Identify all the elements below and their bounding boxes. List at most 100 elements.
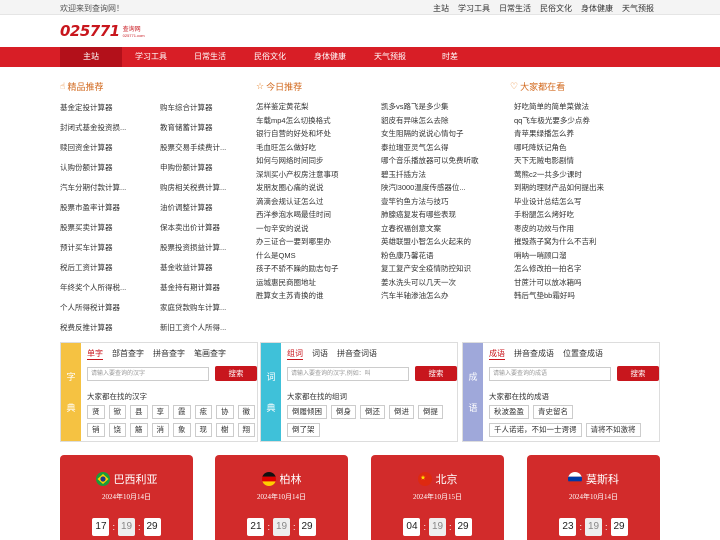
picks-link[interactable]: 股票买卖计算器 [60, 222, 160, 233]
char-chip[interactable]: 消 [151, 423, 169, 437]
tab-pinyin-char[interactable]: 拼音查字 [153, 348, 185, 360]
top-link-life[interactable]: 日常生活 [499, 3, 531, 14]
picks-link[interactable]: 股票市盈率计算器 [60, 202, 160, 213]
word-chip[interactable]: 倒还 [360, 405, 385, 419]
tab-pinyin-idiom[interactable]: 拼音查成语 [514, 348, 554, 360]
picks-link[interactable]: 购房相关税费计算... [160, 182, 260, 193]
tab-stroke[interactable]: 笔画查字 [194, 348, 226, 360]
popular-link[interactable]: 到期的理财产品如何提出来 [514, 183, 660, 194]
word-chip[interactable]: 倒身 [331, 405, 356, 419]
today-link[interactable]: 一句辛安的说说 [256, 224, 381, 235]
today-link[interactable]: 胜算女主苏青换的谁 [256, 291, 381, 302]
tab-compose[interactable]: 组词 [287, 348, 303, 360]
today-link[interactable]: 复工复产安全疫情防控知识 [381, 264, 506, 275]
picks-link[interactable]: 汽车分期付款计算... [60, 182, 160, 193]
popular-link[interactable]: 怎么修改拍一拍名字 [514, 264, 660, 275]
today-link[interactable]: 陕汽l3000温度传感器位... [381, 183, 506, 194]
char-search-button[interactable]: 搜索 [215, 366, 257, 381]
top-link-health[interactable]: 身体健康 [581, 3, 613, 14]
nav-weather[interactable]: 天气预报 [360, 47, 420, 67]
today-link[interactable]: 发朋友圈心痛的说说 [256, 183, 381, 194]
picks-link[interactable]: 基金收益计算器 [160, 262, 260, 273]
picks-link[interactable]: 年终奖个人所得税... [60, 282, 160, 293]
popular-link[interactable]: 手粉腿怎么烤好吃 [514, 210, 660, 221]
popular-link[interactable]: qq飞车极光要多少点券 [514, 116, 660, 127]
popular-link[interactable]: 好吃简单的简单菜做法 [514, 102, 660, 113]
char-chip[interactable]: 觞 [130, 423, 148, 437]
today-link[interactable]: 肺腺癌复发有哪些表现 [381, 210, 506, 221]
nav-life[interactable]: 日常生活 [180, 47, 240, 67]
today-link[interactable]: 办三证合一要到哪里办 [256, 237, 381, 248]
picks-link[interactable]: 预计买车计算器 [60, 242, 160, 253]
today-link[interactable]: 凯多vs路飞是多少集 [381, 102, 506, 113]
char-chip[interactable]: 贤 [87, 405, 105, 419]
today-link[interactable]: 碧玉扦插方法 [381, 170, 506, 181]
today-link[interactable]: 银行自营的好处和坏处 [256, 129, 381, 140]
today-link[interactable]: 姜水洗头可以几天一次 [381, 278, 506, 289]
char-search-input[interactable]: 请输入要查询的汉字 [87, 367, 209, 381]
today-link[interactable]: 毛血旺怎么做好吃 [256, 143, 381, 154]
popular-link[interactable]: 莺熊c2一共多少课时 [514, 170, 660, 181]
picks-link[interactable]: 保本卖出价计算器 [160, 222, 260, 233]
picks-link[interactable]: 个人所得税计算器 [60, 302, 160, 313]
char-chip[interactable]: 享 [151, 405, 169, 419]
popular-link[interactable]: 青苹果绿播怎么养 [514, 129, 660, 140]
popular-link[interactable]: 摧毁燕子窝为什么不吉利 [514, 237, 660, 248]
today-link[interactable]: 深圳买小产权房注意事项 [256, 170, 381, 181]
nav-health[interactable]: 身体健康 [300, 47, 360, 67]
idiom-chip[interactable]: 秋波盈盈 [489, 405, 529, 419]
picks-link[interactable]: 股票投资损益计算... [160, 242, 260, 253]
site-logo[interactable]: 025771 查询网 025771.com [60, 22, 145, 40]
popular-link[interactable]: 哨呐一哨顾口溜 [514, 251, 660, 262]
today-link[interactable]: 貂皮有异味怎么去除 [381, 116, 506, 127]
today-link[interactable]: 运城惠民商圈地址 [256, 278, 381, 289]
char-chip[interactable]: 协 [216, 405, 234, 419]
picks-link[interactable]: 家庭贷款购车计算... [160, 302, 260, 313]
top-link-study[interactable]: 学习工具 [458, 3, 490, 14]
today-link[interactable]: 如何与网络时间同步 [256, 156, 381, 167]
tab-position-idiom[interactable]: 位置查成语 [563, 348, 603, 360]
idiom-search-button[interactable]: 搜索 [617, 366, 659, 381]
city-card-beijing[interactable]: 北京 2024年10月15日 04: 19: 29 [371, 455, 504, 540]
tab-pinyin-word[interactable]: 拼音查词语 [337, 348, 377, 360]
picks-link[interactable]: 购车综合计算器 [160, 102, 260, 113]
picks-link[interactable]: 税费反推计算器 [60, 322, 160, 333]
char-chip[interactable]: 徽 [237, 405, 255, 419]
nav-main[interactable]: 主站 [60, 47, 122, 67]
today-link[interactable]: 壹竿钓鱼方法与技巧 [381, 197, 506, 208]
nav-folk[interactable]: 民俗文化 [240, 47, 300, 67]
word-chip[interactable]: 倒进 [389, 405, 414, 419]
char-chip[interactable]: 榭 [216, 423, 234, 437]
today-link[interactable]: 汽车半轴渗油怎么办 [381, 291, 506, 302]
today-link[interactable]: 哪个音乐播放器可以免费听歌 [381, 156, 506, 167]
today-link[interactable]: 车载mp4怎么切换格式 [256, 116, 381, 127]
word-search-button[interactable]: 搜索 [415, 366, 457, 381]
today-link[interactable]: 孩子不骄不躁的励志句子 [256, 264, 381, 275]
idiom-search-input[interactable]: 请输入要查询的成语 [489, 367, 611, 381]
picks-link[interactable]: 封闭式基金投资损... [60, 122, 160, 133]
today-link[interactable]: 女生阻隔的说说心情句子 [381, 129, 506, 140]
city-card-berlin[interactable]: 柏林 2024年10月14日 21: 19: 29 [215, 455, 348, 540]
today-link[interactable]: 立春祝福创意文案 [381, 224, 506, 235]
today-link[interactable]: 粉色康乃馨花语 [381, 251, 506, 262]
today-link[interactable]: 怎样鉴定黄花梨 [256, 102, 381, 113]
top-link-main[interactable]: 主站 [433, 3, 449, 14]
today-link[interactable]: 滴滴会规认证怎么过 [256, 197, 381, 208]
picks-link[interactable]: 认购份额计算器 [60, 162, 160, 173]
popular-link[interactable]: 天下无贼电影剧情 [514, 156, 660, 167]
char-chip[interactable]: 痃 [194, 405, 212, 419]
word-chip[interactable]: 倒了架 [287, 423, 320, 437]
tab-single-char[interactable]: 单字 [87, 348, 103, 360]
popular-link[interactable]: 哪吒降妖记角色 [514, 143, 660, 154]
char-chip[interactable]: 县 [130, 405, 148, 419]
tab-words[interactable]: 词语 [312, 348, 328, 360]
city-card-moscow[interactable]: 莫斯科 2024年10月14日 23: 19: 29 [527, 455, 660, 540]
popular-link[interactable]: 甘蔗汁可以放冰箱吗 [514, 278, 660, 289]
word-chip[interactable]: 倒提 [418, 405, 443, 419]
char-chip[interactable]: 销 [87, 423, 105, 437]
today-link[interactable]: 西洋参泡水喝最佳时间 [256, 210, 381, 221]
picks-link[interactable]: 申购份额计算器 [160, 162, 260, 173]
picks-link[interactable]: 教育储蓄计算器 [160, 122, 260, 133]
picks-link[interactable]: 税后工资计算器 [60, 262, 160, 273]
top-link-weather[interactable]: 天气预报 [622, 3, 654, 14]
